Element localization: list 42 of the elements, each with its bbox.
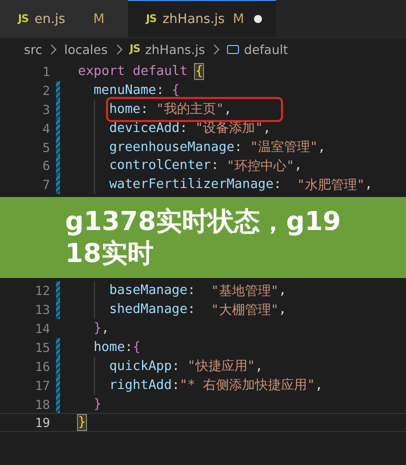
line-number: 19 <box>34 415 50 430</box>
code-line: home:{ <box>94 338 141 357</box>
line-number: 14 <box>34 320 50 336</box>
breadcrumb-item[interactable]: src <box>24 42 42 56</box>
line-number: 5 <box>41 140 50 154</box>
file-type-label: JS <box>130 43 140 55</box>
line-number: 12 <box>34 283 50 298</box>
git-status-label: M <box>93 12 104 26</box>
line-number: 13 <box>34 302 50 318</box>
code-line: controlCenter: "环控中心", <box>109 157 302 176</box>
code-line: greenhouseManage: "温室管理", <box>109 138 326 156</box>
code-line: export default { <box>78 62 204 81</box>
line-number: 16 <box>34 358 50 374</box>
line-number: 17 <box>34 378 50 393</box>
variable-icon <box>227 44 240 54</box>
line-number: 1 <box>41 64 50 79</box>
line-number: 7 <box>41 177 50 192</box>
editor-tab[interactable]: JS zhHans.js M <box>128 0 276 37</box>
line-number: 18 <box>34 396 50 412</box>
file-type-label: JS <box>146 13 156 25</box>
code-line: rightAdd:"* 右侧添加快捷应用", <box>109 376 323 395</box>
line-number: 2 <box>41 82 50 98</box>
code-line: } <box>94 396 102 414</box>
code-line: quickApp: "快捷应用", <box>109 358 263 376</box>
breadcrumb-item[interactable]: zhHans.js <box>145 42 206 56</box>
code-line: }, <box>94 320 110 338</box>
banner-title: g1378实时状态，g19 18实时 <box>65 206 341 270</box>
breadcrumb-item[interactable]: default <box>244 42 288 56</box>
code-line: shedManage: "大棚管理", <box>109 301 286 320</box>
line-number: 15 <box>34 340 50 355</box>
code-line: waterFertilizerManage: "水肥管理", <box>109 176 373 194</box>
code-line: home: "我的主页", <box>109 100 280 119</box>
breadcrumb-item[interactable]: locales <box>64 42 108 56</box>
code-line: baseManage: "基地管理", <box>109 282 286 300</box>
git-status-label: M <box>232 12 244 26</box>
code-line: deviceAdd: "设备添加", <box>109 120 271 138</box>
line-number: 3 <box>41 102 50 117</box>
line-number: 6 <box>41 158 50 174</box>
line-number: 4 <box>41 120 50 136</box>
code-line: menuName: { <box>94 82 180 100</box>
editor-tab[interactable]: JS en.js M <box>0 0 128 37</box>
file-type-label: JS <box>18 13 28 25</box>
